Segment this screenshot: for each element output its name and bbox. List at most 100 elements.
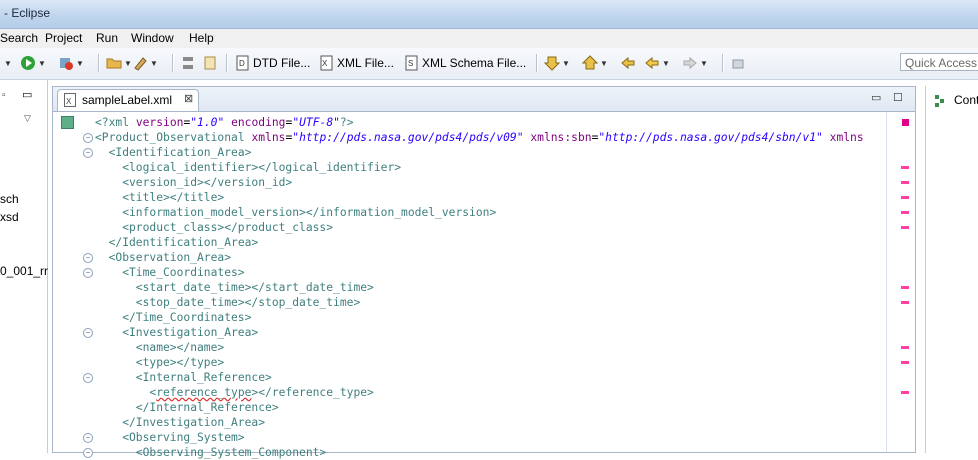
left-panel-item[interactable]: sch — [0, 192, 19, 206]
fold-toggle-icon[interactable]: − — [83, 133, 93, 143]
code-line[interactable]: <Observation_Area> — [109, 250, 231, 265]
code-line[interactable]: </Identification_Area> — [109, 235, 259, 250]
view-menu-icon[interactable]: ▫ — [2, 90, 6, 101]
dtd-file-icon: D — [236, 55, 249, 71]
hierarchy-icon — [183, 57, 193, 69]
toolbar-separator — [226, 54, 228, 72]
code-line[interactable]: <title></title> — [122, 190, 224, 205]
outline-tab-label[interactable]: Conte — [954, 93, 978, 107]
xml-file-icon: X — [320, 55, 333, 71]
overview-marker[interactable] — [901, 196, 909, 199]
overview-marker[interactable] — [901, 346, 909, 349]
bookmark-marker — [61, 116, 74, 129]
code-line[interactable]: </Time_Coordinates> — [122, 310, 251, 325]
hierarchy-button[interactable] — [180, 54, 196, 72]
quick-access-input[interactable]: Quick Access — [900, 53, 978, 71]
code-line[interactable]: <type></type> — [136, 355, 224, 370]
fold-toggle-icon[interactable]: − — [83, 148, 93, 158]
code-line[interactable]: <reference_type></reference_type> — [149, 385, 373, 400]
menu-search[interactable]: Search — [0, 31, 38, 45]
new-dtd-file-button[interactable]: D DTD File... — [236, 54, 310, 72]
last-edit-location-button[interactable] — [620, 54, 636, 72]
toolbar-separator — [98, 54, 100, 72]
pen-icon — [134, 57, 147, 71]
xml-file-icon: X — [64, 93, 76, 107]
code-line[interactable]: </Investigation_Area> — [122, 415, 265, 430]
chevron-down-icon: ▼ — [76, 58, 84, 68]
pin-editor-button[interactable] — [730, 54, 746, 72]
editor-tab-label: sampleLabel.xml — [82, 93, 173, 107]
code-line[interactable]: <logical_identifier></logical_identifier… — [122, 160, 401, 175]
code-line[interactable]: <Investigation_Area> — [122, 325, 258, 340]
overview-marker[interactable] — [901, 301, 909, 304]
code-area[interactable]: − − − − − − − − <?xml version="1.0" encoding="U… — [53, 112, 915, 459]
new-xml-file-button[interactable]: X XML File... — [320, 54, 394, 72]
code-line[interactable]: <Observing_System> — [122, 430, 244, 445]
editor-tab[interactable]: X sampleLabel.xml ⊠ — [57, 89, 199, 111]
code-line[interactable]: <version_id></version_id> — [122, 175, 292, 190]
close-icon[interactable]: ⊠ — [184, 92, 193, 105]
overview-marker[interactable] — [901, 286, 909, 289]
code-line[interactable]: <stop_date_time></stop_date_time> — [136, 295, 360, 310]
vertical-scrollbar[interactable] — [886, 112, 887, 452]
overview-marker[interactable] — [901, 361, 909, 364]
overview-marker[interactable] — [901, 226, 909, 229]
overview-marker[interactable] — [901, 211, 909, 214]
forward-arrow-icon — [683, 56, 697, 70]
dtd-file-label: DTD File... — [253, 56, 311, 70]
code-line[interactable]: <Internal_Reference> — [136, 370, 272, 385]
fold-toggle-icon[interactable]: − — [83, 253, 93, 263]
fold-toggle-icon[interactable]: − — [83, 433, 93, 443]
menu-run[interactable]: Run — [96, 31, 118, 45]
code-line[interactable]: <Product_Observational xmlns="http://pds… — [95, 130, 864, 145]
left-panel-item[interactable]: 0_001_rr — [0, 264, 48, 278]
new-xml-schema-file-button[interactable]: S XML Schema File... — [405, 54, 526, 72]
error-overview-marker[interactable] — [902, 119, 909, 126]
code-line[interactable]: <product_class></product_class> — [122, 220, 333, 235]
pen-tool-button[interactable]: ▼ — [132, 54, 158, 72]
next-annotation-button[interactable]: ▼ — [544, 54, 570, 72]
code-line[interactable]: <?xml version="1.0" encoding="UTF-8"?> — [95, 115, 354, 130]
run-icon — [21, 56, 35, 70]
fold-toggle-icon[interactable]: − — [83, 268, 93, 278]
xml-schema-file-icon: S — [405, 55, 418, 71]
external-tools-button[interactable]: ▼ — [58, 54, 84, 72]
code-line[interactable]: <Identification_Area> — [109, 145, 252, 160]
back-button[interactable]: ▼ — [644, 54, 670, 72]
run-button[interactable]: ▼ — [20, 54, 46, 72]
fold-toggle-icon[interactable]: − — [83, 448, 93, 458]
chevron-down-icon[interactable]: ▽ — [24, 113, 31, 124]
task-icon — [204, 56, 216, 70]
task-button[interactable] — [202, 54, 218, 72]
code-line[interactable]: <Time_Coordinates> — [122, 265, 244, 280]
fold-toggle-icon[interactable]: − — [83, 328, 93, 338]
open-folder-button[interactable]: ▼ — [106, 54, 132, 72]
toolbar-dropdown-caret[interactable]: ▼ — [2, 54, 12, 72]
maximize-icon[interactable]: ☐ — [893, 91, 903, 104]
overview-ruler[interactable] — [898, 112, 914, 452]
chevron-down-icon: ▼ — [700, 58, 708, 68]
code-line[interactable]: </Internal_Reference> — [136, 400, 279, 415]
toolbar-separator — [722, 54, 724, 72]
code-line[interactable]: <start_date_time></start_date_time> — [136, 280, 374, 295]
menu-project[interactable]: Project — [45, 31, 82, 45]
overview-marker[interactable] — [901, 166, 909, 169]
menu-bar: Search Project Run Window Help — [0, 29, 978, 48]
code-line[interactable]: <name></name> — [136, 340, 224, 355]
fold-toggle-icon[interactable]: − — [83, 373, 93, 383]
chevron-down-icon: ▼ — [150, 58, 158, 68]
menu-help[interactable]: Help — [189, 31, 214, 45]
forward-button[interactable]: ▼ — [682, 54, 708, 72]
title-bar: - Eclipse — [0, 0, 978, 29]
previous-annotation-button[interactable]: ▼ — [582, 54, 608, 72]
svg-text:X: X — [322, 59, 328, 68]
overview-marker[interactable] — [901, 181, 909, 184]
minimize-icon[interactable]: ▭ — [22, 88, 32, 101]
left-panel-item[interactable]: xsd — [0, 210, 19, 224]
minimize-icon[interactable]: ▭ — [871, 91, 881, 104]
next-annotation-icon — [544, 56, 560, 71]
code-line[interactable]: <information_model_version></information… — [122, 205, 496, 220]
overview-marker[interactable] — [901, 391, 909, 394]
menu-window[interactable]: Window — [131, 31, 174, 45]
editor-gutter: − − − − − − − − — [53, 112, 95, 458]
